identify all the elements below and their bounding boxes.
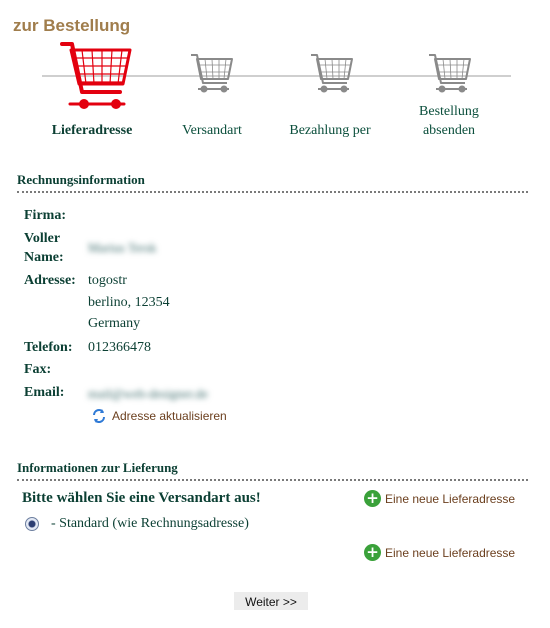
shopping-cart-icon xyxy=(191,54,233,93)
section-header-billing: Rechnungsinformation xyxy=(17,172,528,193)
fax-label: Fax: xyxy=(24,362,52,377)
shipping-prompt: Bitte wählen Sie eine Versandart aus! xyxy=(22,490,261,506)
section-header-delivery: Informationen zur Lieferung xyxy=(17,460,528,481)
address-line-1: togostr xyxy=(88,273,127,288)
plus-icon: + xyxy=(364,490,381,507)
shipping-option-standard[interactable]: - Standard (wie Rechnungsadresse) xyxy=(25,516,249,532)
phone-value: 012366478 xyxy=(88,340,151,355)
step-label-bezahlung[interactable]: Bezahlung per xyxy=(280,121,380,140)
step-label-line: Bestellung xyxy=(419,104,479,119)
update-address-label: Adresse aktualisieren xyxy=(112,409,227,423)
shipping-option-label: - Standard (wie Rechnungsadresse) xyxy=(51,516,249,531)
shopping-cart-icon xyxy=(429,54,471,93)
next-button[interactable]: Weiter >> xyxy=(234,592,308,610)
address-line-2: berlino, 12354 xyxy=(88,295,170,310)
label-line: Voller xyxy=(24,231,61,246)
step-label-bestellung-absenden[interactable]: Bestellung absenden xyxy=(399,102,499,140)
shipping-option-radio[interactable] xyxy=(25,517,39,531)
step-label-line: absenden xyxy=(422,123,476,138)
plus-icon: + xyxy=(364,544,381,561)
page-title: zur Bestellung xyxy=(13,16,131,35)
update-address-link[interactable]: Adresse aktualisieren xyxy=(91,408,227,424)
step-label-lieferadresse[interactable]: Lieferadresse xyxy=(40,121,144,140)
new-delivery-address-label: Eine neue Lieferadresse xyxy=(385,545,516,560)
address-line-3: Germany xyxy=(88,316,141,331)
step-label-versandart[interactable]: Versandart xyxy=(168,121,256,140)
company-label: Firma: xyxy=(24,208,66,223)
full-name-value: Marius Tersk xyxy=(88,240,157,255)
email-label: Email: xyxy=(24,385,65,400)
refresh-icon xyxy=(93,409,105,423)
email-value: mail@web-designer.de xyxy=(88,386,208,401)
shopping-cart-icon xyxy=(311,54,353,93)
phone-label: Telefon: xyxy=(24,340,73,355)
new-delivery-address-label: Eine neue Lieferadresse xyxy=(385,491,516,506)
new-delivery-address-link[interactable]: + Eine neue Lieferadresse xyxy=(364,544,515,561)
label-line: Name: xyxy=(24,250,64,265)
new-delivery-address-link[interactable]: + Eine neue Lieferadresse xyxy=(364,490,515,507)
full-name-label: Voller Name: xyxy=(24,229,64,267)
address-label: Adresse: xyxy=(24,273,76,288)
shopping-cart-icon xyxy=(60,42,132,109)
